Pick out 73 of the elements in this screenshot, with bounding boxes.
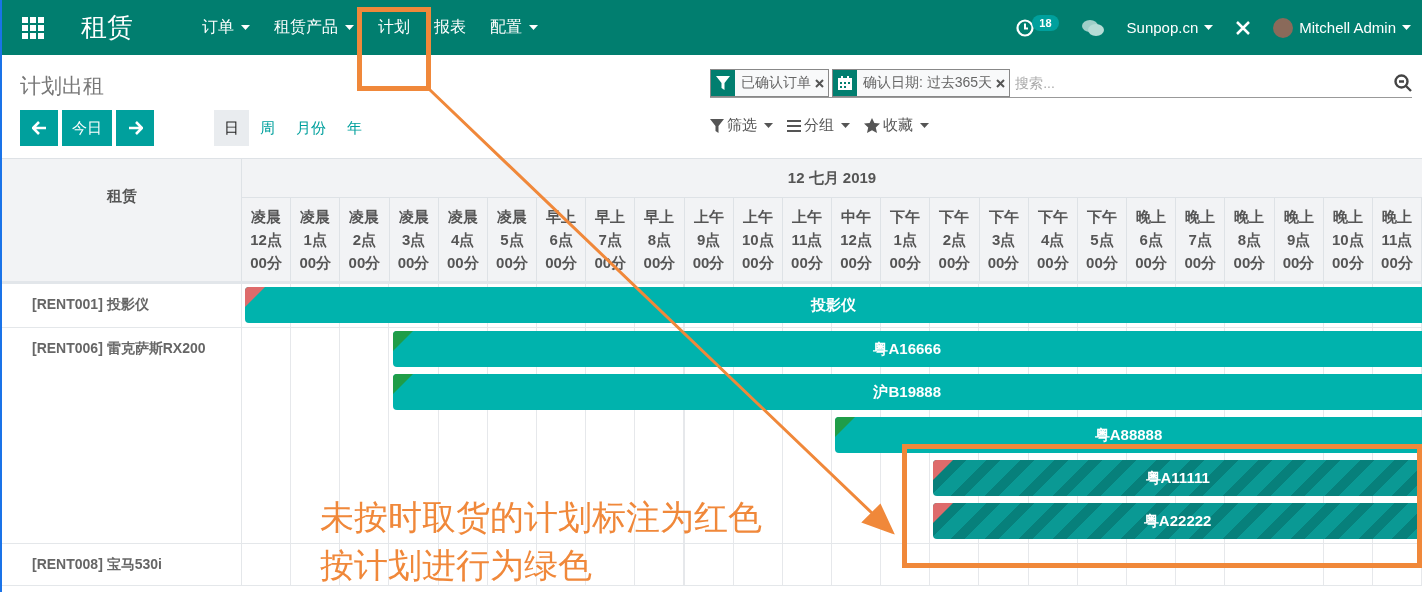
hour-header: 下午 2点 00分 (930, 198, 980, 281)
previous-button[interactable] (20, 110, 58, 146)
caret-icon (841, 122, 850, 129)
caret-icon (1204, 24, 1214, 31)
annotation-text: 按计划进行为绿色 (320, 545, 593, 586)
row-label: [RENT006] 雷克萨斯RX200 (2, 328, 242, 543)
search-input[interactable]: 搜索... (1013, 74, 1394, 92)
menu-item[interactable]: 配置 (478, 0, 550, 55)
hour-header: 下午 5点 00分 (1077, 198, 1127, 281)
hour-header: 凌晨 5点 00分 (487, 198, 537, 281)
hour-header: 晚上 7点 00分 (1176, 198, 1226, 281)
apps-menu-icon[interactable] (22, 16, 44, 39)
list-icon (787, 119, 801, 132)
caret-icon (1402, 24, 1411, 31)
hour-header: 中午 12点 00分 (832, 198, 882, 281)
menu-item[interactable]: 租赁产品 (262, 0, 366, 55)
hour-header: 上午 10点 00分 (733, 198, 783, 281)
hour-header: 下午 4点 00分 (1028, 198, 1078, 281)
menu-item[interactable]: 报表 (422, 0, 478, 55)
app-title: 租赁 (81, 11, 133, 44)
star-icon (864, 118, 880, 133)
schedule-bar[interactable]: 粤A16666 (392, 331, 1422, 367)
hour-header: 凌晨 2点 00分 (340, 198, 390, 281)
left-arrow-icon (31, 121, 47, 135)
menu-item[interactable]: 计划 (366, 0, 422, 55)
company-switcher[interactable]: Sunpop.cn (1115, 0, 1225, 55)
scale-tab[interactable]: 月份 (286, 110, 336, 146)
scale-tab[interactable]: 年 (337, 110, 372, 146)
hour-header: 上午 9点 00分 (684, 198, 734, 281)
menu-item[interactable]: 订单 (190, 0, 262, 55)
schedule-bar[interactable]: 沪B19888 (392, 374, 1422, 410)
chat-bubbles-icon[interactable] (1080, 18, 1105, 37)
hour-header: 凌晨 12点 00分 (242, 198, 292, 281)
avatar-icon (1273, 17, 1294, 38)
calendar-icon (838, 76, 852, 90)
hour-header: 早上 8点 00分 (635, 198, 685, 281)
column-header: 租赁 (2, 159, 242, 281)
hour-header: 晚上 11点 00分 (1372, 198, 1422, 281)
caret-icon (764, 122, 773, 129)
next-button[interactable] (116, 110, 154, 146)
search-facet: 确认日期: 过去365天 (862, 74, 994, 92)
scale-tab[interactable]: 周 (250, 110, 285, 146)
scale-tab[interactable]: 日 (214, 110, 249, 146)
caret-icon (920, 122, 929, 129)
right-arrow-icon (127, 121, 143, 135)
breadcrumb-title: 计划出租 (20, 73, 105, 98)
activity-count-badge: 18 (1032, 14, 1059, 31)
search-facet: 已确认订单 (740, 74, 812, 92)
annotation-text: 未按时取货的计划标注为红色 (320, 497, 762, 538)
search-menu-button[interactable]: 筛选 (710, 116, 773, 135)
hour-header: 凌晨 1点 00分 (291, 198, 341, 281)
filter-icon (710, 118, 724, 133)
hour-header: 晚上 10点 00分 (1323, 198, 1373, 281)
row-label: [RENT001] 投影仪 (2, 284, 242, 327)
hour-header: 晚上 8点 00分 (1225, 198, 1275, 281)
hour-header: 下午 1点 00分 (881, 198, 931, 281)
hour-header: 凌晨 4点 00分 (438, 198, 488, 281)
row-label: [RENT008] 宝马530i (2, 544, 242, 585)
clock-icon[interactable] (1016, 18, 1035, 37)
search-menu-button[interactable]: 分组 (787, 116, 850, 135)
search-menu-button[interactable]: 收藏 (864, 116, 929, 135)
close-icon[interactable] (815, 79, 824, 88)
close-icon[interactable] (996, 79, 1006, 88)
schedule-bar[interactable]: 投影仪 (245, 287, 1422, 323)
search-icon[interactable] (1394, 74, 1412, 92)
today-button[interactable]: 今日 (62, 110, 112, 146)
hour-header: 上午 11点 00分 (782, 198, 832, 281)
hour-header: 晚上 6点 00分 (1127, 198, 1177, 281)
hour-header: 下午 3点 00分 (979, 198, 1029, 281)
hour-header: 晚上 9点 00分 (1274, 198, 1324, 281)
filter-icon (716, 76, 730, 90)
hour-header: 凌晨 3点 00分 (389, 198, 439, 281)
user-menu[interactable]: Mitchell Admin (1262, 0, 1422, 55)
